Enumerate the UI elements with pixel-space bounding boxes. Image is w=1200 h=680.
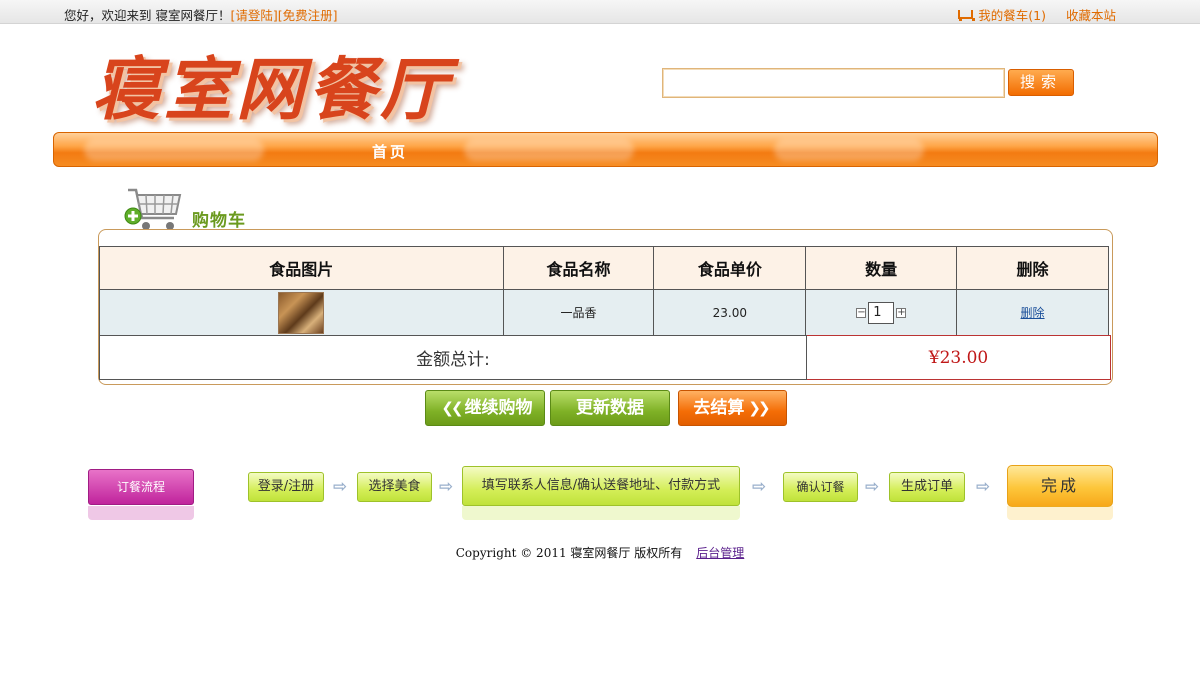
site-logo[interactable]: 寝室网餐厅 bbox=[92, 34, 452, 133]
greeting-text: 您好，欢迎来到 寝室网餐厅！ bbox=[64, 8, 231, 23]
plus-icon[interactable]: + bbox=[896, 307, 907, 318]
flow-step-done: 完成 bbox=[1007, 465, 1113, 507]
total-label: 金额总计: bbox=[99, 335, 807, 380]
flow-step-confirm-order: 确认订餐 bbox=[783, 472, 858, 502]
arrow-right-icon: ⇨ bbox=[976, 477, 991, 497]
flow-step-login: 登录/注册 bbox=[248, 472, 324, 502]
footer: Copyright © 2011 寝室网餐厅 版权所有 后台管理 bbox=[0, 544, 1200, 561]
order-flow-label: 订餐流程 bbox=[88, 469, 194, 505]
cart-title: 购物车 bbox=[192, 211, 246, 231]
checkout-label: 去结算 bbox=[693, 398, 745, 418]
checkout-button[interactable]: 去结算 ❯❯ bbox=[678, 390, 787, 426]
col-food-image: 食品图片 bbox=[99, 246, 504, 290]
cart-table: 食品图片 食品名称 食品单价 数量 删除 一品香 23.00 − 1 + 删除 bbox=[99, 246, 1109, 336]
double-chevron-right-icon: ❯❯ bbox=[748, 399, 770, 417]
food-name: 一品香 bbox=[502, 289, 655, 336]
double-chevron-left-icon: ❮❮ bbox=[441, 399, 463, 417]
arrow-right-icon: ⇨ bbox=[333, 477, 348, 497]
flow-step-fill-info: 填写联系人信息/确认送餐地址、付款方式 bbox=[462, 466, 740, 506]
arrow-right-icon: ⇨ bbox=[752, 477, 767, 497]
food-image[interactable] bbox=[278, 291, 325, 334]
continue-shopping-label: 继续购物 bbox=[464, 398, 533, 418]
total-table: 金额总计: ¥23.00 bbox=[99, 335, 1111, 380]
my-cart-link[interactable]: 我的餐车(1) bbox=[978, 5, 1046, 24]
register-link[interactable]: [免费注册] bbox=[278, 8, 338, 23]
cart-header-row: 食品图片 食品名称 食品单价 数量 删除 bbox=[99, 246, 1109, 290]
col-delete: 删除 bbox=[956, 246, 1109, 290]
total-amount: ¥23.00 bbox=[806, 335, 1111, 380]
minus-icon[interactable]: − bbox=[856, 307, 867, 318]
search-button[interactable]: 搜索 bbox=[1008, 69, 1074, 96]
main-nav: 首页 bbox=[53, 132, 1158, 167]
quantity-stepper: − 1 + bbox=[856, 301, 907, 324]
login-link[interactable]: [请登陆] bbox=[230, 8, 277, 23]
cart-icon bbox=[956, 9, 976, 21]
flow-step-choose-food: 选择美食 bbox=[357, 472, 432, 502]
arrow-right-icon: ⇨ bbox=[439, 477, 454, 497]
nav-home[interactable]: 首页 bbox=[372, 141, 408, 162]
update-data-button[interactable]: 更新数据 bbox=[550, 390, 670, 426]
bookmark-link[interactable]: 收藏本站 bbox=[1066, 5, 1116, 24]
total-row: 金额总计: ¥23.00 bbox=[99, 335, 1111, 380]
flow-step-generate-order: 生成订单 bbox=[889, 472, 965, 502]
food-price: 23.00 bbox=[653, 289, 807, 336]
delete-link[interactable]: 删除 bbox=[1021, 306, 1045, 320]
top-bar-right: 我的餐车(1) 收藏本站 bbox=[956, 5, 1116, 24]
continue-shopping-button[interactable]: ❮❮ 继续购物 bbox=[425, 390, 545, 426]
top-bar: 您好，欢迎来到 寝室网餐厅！[请登陆][免费注册] 我的餐车(1) 收藏本站 bbox=[0, 0, 1200, 24]
col-quantity: 数量 bbox=[805, 246, 958, 290]
greeting: 您好，欢迎来到 寝室网餐厅！[请登陆][免费注册] bbox=[64, 5, 338, 24]
copyright-text: Copyright © 2011 寝室网餐厅 版权所有 bbox=[455, 546, 683, 560]
col-food-name: 食品名称 bbox=[502, 246, 655, 290]
table-row: 一品香 23.00 − 1 + 删除 bbox=[99, 289, 1109, 336]
quantity-input[interactable]: 1 bbox=[868, 301, 895, 324]
arrow-right-icon: ⇨ bbox=[865, 477, 880, 497]
col-unit-price: 食品单价 bbox=[653, 246, 807, 290]
admin-link[interactable]: 后台管理 bbox=[696, 546, 744, 560]
search-input[interactable] bbox=[662, 68, 1005, 98]
